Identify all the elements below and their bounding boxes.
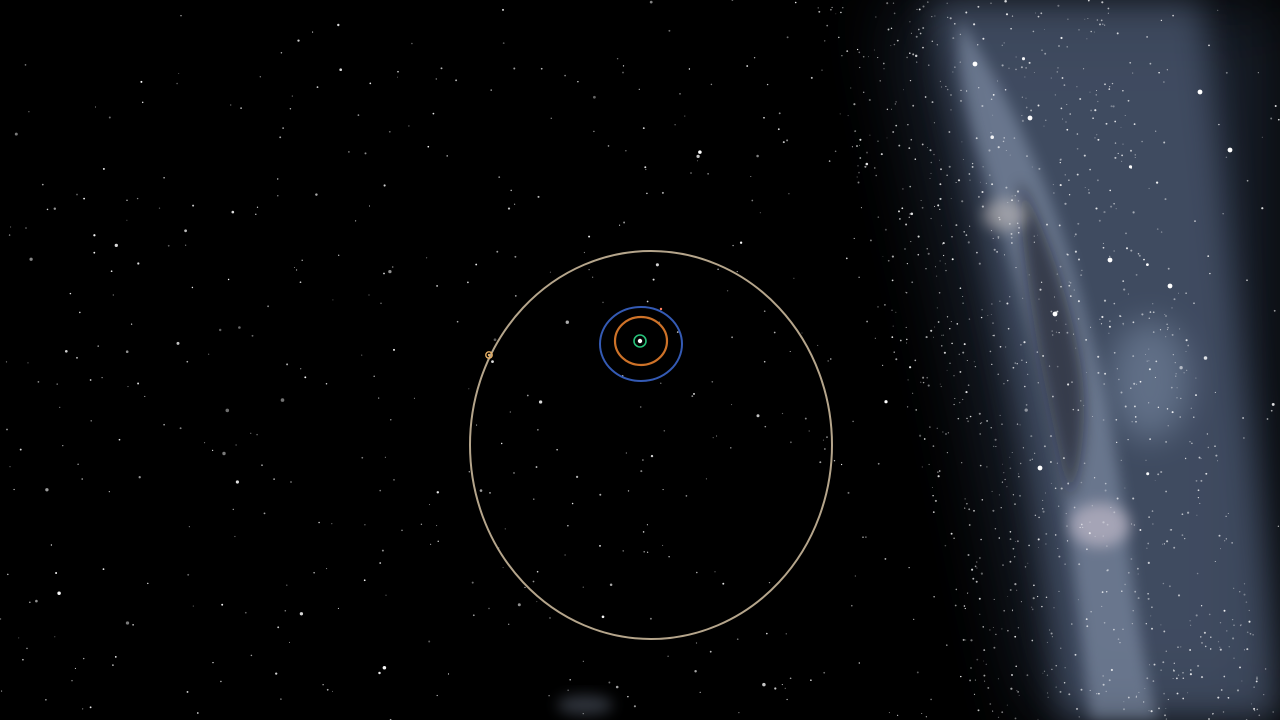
outer-orbit-path[interactable] (469, 250, 833, 640)
small-body-icon[interactable] (659, 307, 663, 311)
sun-icon[interactable] (637, 338, 643, 344)
space-viewport[interactable] (0, 0, 1280, 720)
solar-system-map[interactable] (0, 0, 1280, 720)
